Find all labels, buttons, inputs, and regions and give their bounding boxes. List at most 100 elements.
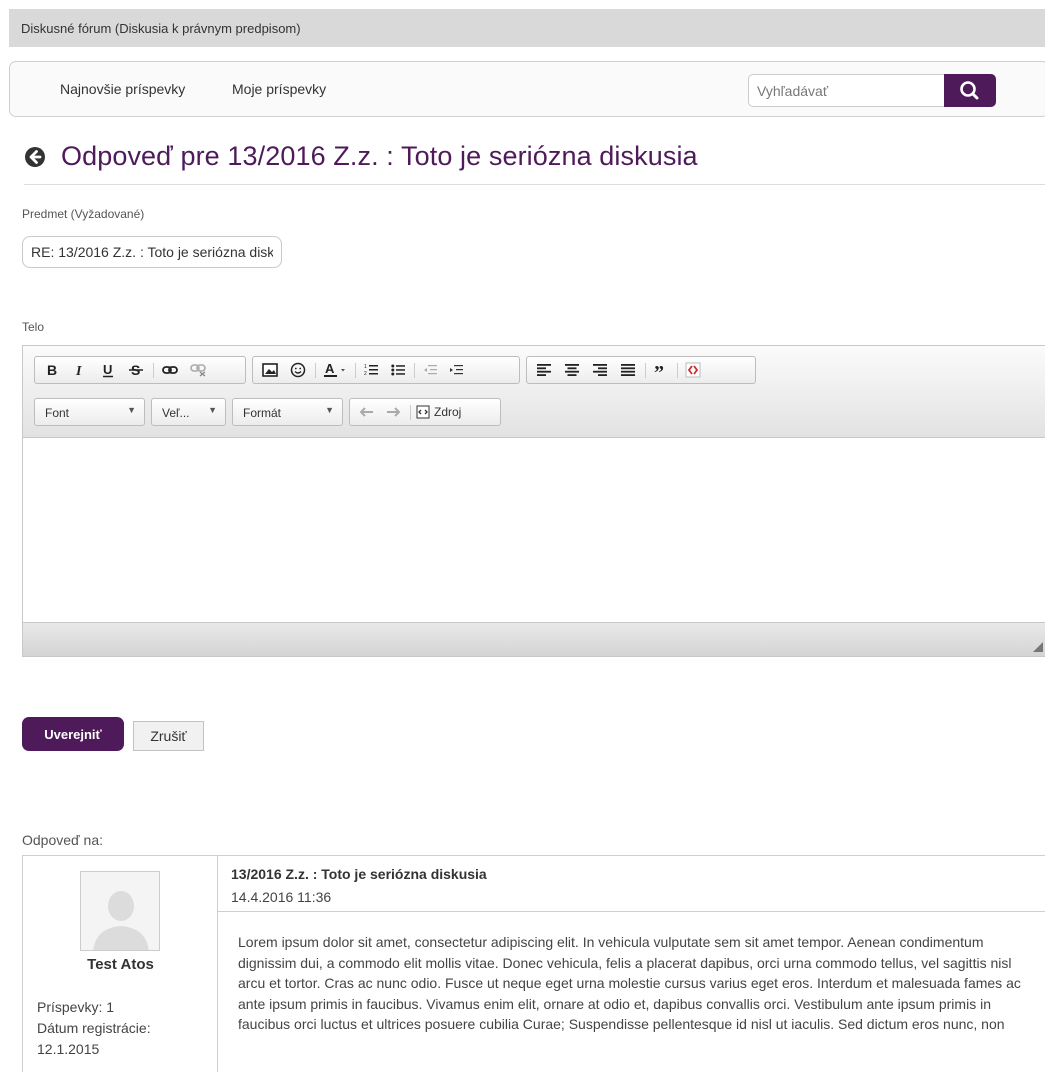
- blockquote-icon: ”: [654, 363, 664, 377]
- chevron-down-icon: ▼: [325, 405, 334, 415]
- subject-label: Predmet (Vyžadované): [22, 207, 145, 221]
- editor-content-area[interactable]: [23, 438, 1045, 622]
- smiley-button[interactable]: [287, 360, 309, 380]
- flash-icon: [685, 362, 701, 378]
- indent-button[interactable]: [445, 360, 467, 380]
- toolbar-separator: [414, 363, 415, 378]
- svg-text:I: I: [75, 364, 82, 377]
- original-post: Test Atos Príspevky: 1 Dátum registrácie…: [22, 855, 1045, 1072]
- toolbar-separator: [315, 363, 316, 378]
- toolbar-group-insert: A 12: [252, 356, 520, 384]
- body-label: Telo: [22, 320, 45, 334]
- page-title: Odpoveď pre 13/2016 Z.z. : Toto je serió…: [61, 141, 698, 171]
- redo-button[interactable]: [382, 402, 404, 422]
- font-family-select[interactable]: Font ▼: [34, 398, 145, 426]
- nav-latest-posts[interactable]: Najnovšie príspevky: [60, 81, 185, 97]
- font-size-select[interactable]: Veľ... ▼: [151, 398, 226, 426]
- toolbar-separator: [645, 363, 646, 378]
- source-label: Zdroj: [434, 405, 462, 419]
- toolbar-group-align: ”: [526, 356, 756, 384]
- publish-button[interactable]: Uverejniť: [22, 717, 124, 751]
- align-right-button[interactable]: [589, 360, 611, 380]
- avatar: [80, 871, 160, 951]
- text-color-button[interactable]: A: [321, 360, 351, 380]
- svg-text:2: 2: [364, 371, 367, 377]
- post-divider: [218, 911, 1045, 912]
- bold-icon: B: [47, 363, 57, 377]
- svg-text:”: ”: [654, 363, 664, 377]
- author-name[interactable]: Test Atos: [23, 956, 218, 973]
- undo-button[interactable]: [356, 402, 378, 422]
- indent-icon: [450, 365, 463, 375]
- underline-button[interactable]: U: [97, 360, 119, 380]
- strikethrough-icon: S: [129, 363, 143, 377]
- link-button[interactable]: [159, 360, 181, 380]
- align-right-icon: [593, 364, 607, 376]
- underline-icon: U: [103, 363, 113, 377]
- reply-to-label: Odpoveď na:: [22, 832, 103, 848]
- nav-my-posts[interactable]: Moje príspevky: [232, 81, 326, 97]
- search-icon: [960, 81, 979, 100]
- chevron-down-icon: ▼: [208, 405, 217, 415]
- post-body: Lorem ipsum dolor sit amet, consectetur …: [238, 934, 1021, 1032]
- post-title: 13/2016 Z.z. : Toto je seriózna diskusia: [231, 866, 487, 882]
- italic-icon: I: [75, 364, 82, 377]
- rich-text-editor: B I U S A 1 2 ” Font ▼ Veľ... ▼ Formát ▼…: [22, 345, 1045, 657]
- image-icon: [262, 363, 278, 377]
- outdent-button[interactable]: [419, 360, 441, 380]
- heading-divider: [24, 184, 1045, 185]
- avatar-placeholder-icon: [81, 872, 159, 950]
- strikethrough-button[interactable]: S: [125, 360, 147, 380]
- format-select[interactable]: Formát ▼: [232, 398, 343, 426]
- numbered-list-icon: 12: [364, 364, 378, 377]
- text-color-icon: A: [324, 362, 345, 377]
- toolbar-separator: [410, 405, 411, 420]
- font-size-label: Veľ...: [162, 406, 190, 420]
- forum-nav: Najnovšie príspevky Moje príspevky: [9, 61, 1045, 117]
- cancel-button[interactable]: Zrušiť: [133, 721, 204, 751]
- unlink-button[interactable]: [187, 360, 209, 380]
- italic-button[interactable]: I: [69, 360, 91, 380]
- search-button[interactable]: [944, 74, 996, 107]
- align-center-button[interactable]: [561, 360, 583, 380]
- image-button[interactable]: [259, 360, 281, 380]
- resize-handle-icon[interactable]: [1033, 642, 1043, 652]
- toolbar-group-history: Zdroj: [349, 398, 501, 426]
- undo-icon: [360, 407, 373, 417]
- outdent-icon: [424, 365, 437, 375]
- search-input[interactable]: [748, 74, 945, 107]
- bullet-list-button[interactable]: [387, 360, 409, 380]
- post-date: 14.4.2016 11:36: [231, 889, 332, 905]
- unlink-icon: [190, 364, 206, 377]
- bold-button[interactable]: B: [41, 360, 63, 380]
- toolbar-separator: [153, 363, 154, 378]
- justify-icon: [621, 364, 635, 376]
- redo-icon: [387, 407, 400, 417]
- link-icon: [162, 366, 178, 374]
- format-label: Formát: [243, 406, 282, 420]
- svg-text:1: 1: [364, 364, 367, 370]
- font-family-label: Font: [45, 406, 70, 420]
- back-arrow-icon[interactable]: [24, 146, 46, 168]
- align-center-icon: [565, 364, 579, 376]
- bullet-list-icon: [391, 364, 405, 376]
- source-button[interactable]: Zdroj: [416, 402, 496, 422]
- forum-title: Diskusné fórum (Diskusia k právnym predp…: [21, 21, 301, 36]
- svg-text:A: A: [325, 362, 335, 376]
- flash-button[interactable]: [682, 360, 704, 380]
- editor-status-bar: [23, 622, 1045, 656]
- registration-label: Dátum registrácie:: [37, 1020, 151, 1036]
- numbered-list-button[interactable]: 12: [360, 360, 382, 380]
- blockquote-button[interactable]: ”: [651, 360, 673, 380]
- svg-text:B: B: [47, 363, 57, 377]
- registration-date: 12.1.2015: [37, 1041, 100, 1057]
- toolbar-separator: [355, 363, 356, 378]
- align-left-icon: [537, 364, 551, 376]
- author-post-count: Príspevky: 1: [37, 999, 115, 1015]
- subject-field[interactable]: [22, 236, 282, 268]
- toolbar-group-basic: B I U S: [34, 356, 246, 384]
- align-left-button[interactable]: [533, 360, 555, 380]
- smiley-icon: [290, 362, 306, 378]
- justify-button[interactable]: [617, 360, 639, 380]
- page-heading: Odpoveď pre 13/2016 Z.z. : Toto je serió…: [24, 141, 698, 172]
